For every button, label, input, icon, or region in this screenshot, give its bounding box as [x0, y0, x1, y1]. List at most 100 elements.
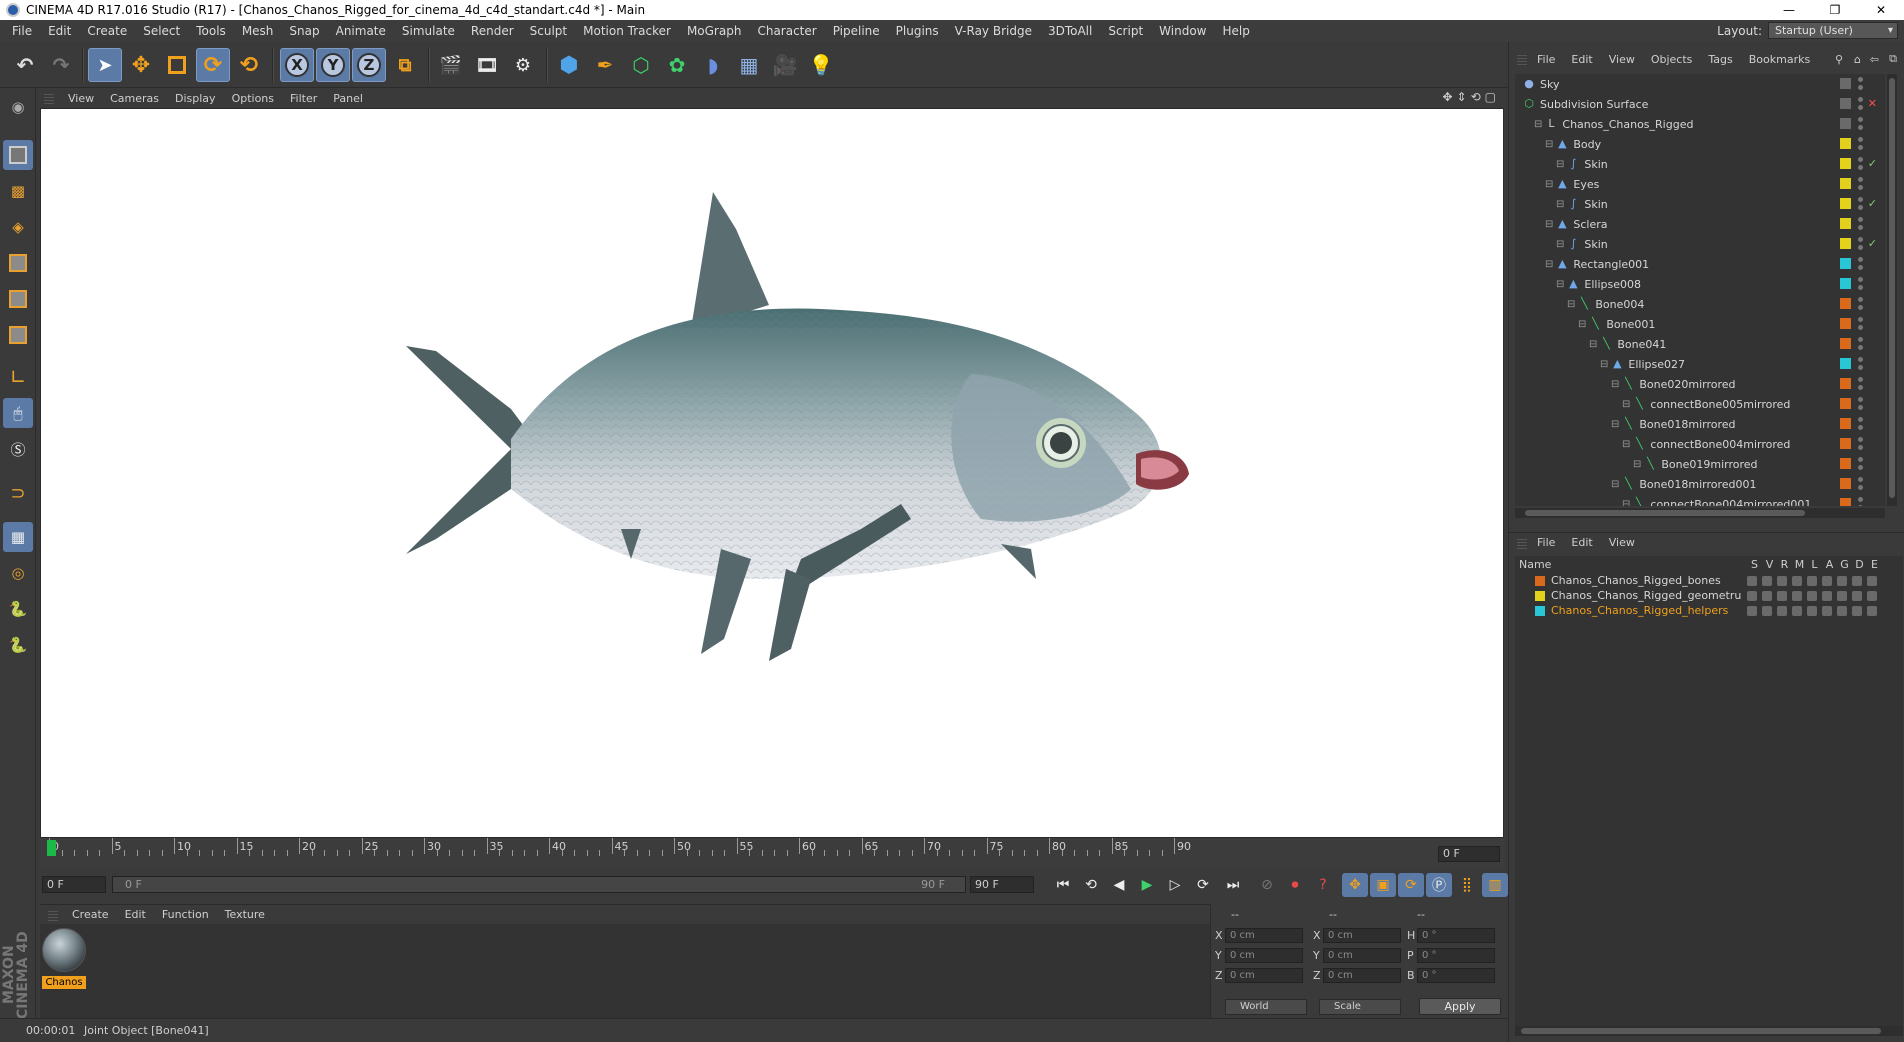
- menu-sculpt[interactable]: Sculpt: [522, 24, 575, 38]
- menu-mograph[interactable]: MoGraph: [679, 24, 750, 38]
- visibility-dots[interactable]: [1858, 317, 1863, 331]
- previous-frame-icon[interactable]: ◀: [1106, 873, 1132, 897]
- layer-color-swatch[interactable]: [1840, 498, 1851, 506]
- layer-flag-toggle[interactable]: [1762, 591, 1772, 601]
- object-row[interactable]: ⊟ ▲ Eyes: [1515, 174, 1885, 194]
- expand-toggle-icon[interactable]: ⊟: [1545, 259, 1553, 270]
- layer-color-swatch[interactable]: [1840, 178, 1851, 189]
- menu-mesh[interactable]: Mesh: [234, 24, 282, 38]
- layer-color-swatch[interactable]: [1840, 238, 1851, 249]
- live-rotate-icon[interactable]: ⟲: [232, 48, 266, 82]
- menu-v-ray-bridge[interactable]: V-Ray Bridge: [947, 24, 1040, 38]
- layer-flag-toggle[interactable]: [1792, 576, 1802, 586]
- back-icon[interactable]: ⇦: [1870, 53, 1879, 66]
- object-menu-file[interactable]: File: [1529, 53, 1563, 66]
- object-row[interactable]: ⊟ ╲ Bone004: [1515, 294, 1885, 314]
- object-row[interactable]: ⊟ ▲ Body: [1515, 134, 1885, 154]
- layer-flag-toggle[interactable]: [1807, 576, 1817, 586]
- visibility-dots[interactable]: [1858, 117, 1863, 131]
- layer-color-swatch[interactable]: [1840, 438, 1851, 449]
- render-picture-viewer-icon[interactable]: 🎞: [470, 48, 504, 82]
- y-axis-icon[interactable]: Y: [316, 48, 350, 82]
- z-axis-icon[interactable]: Z: [352, 48, 386, 82]
- object-row[interactable]: ⊟ ▲ Ellipse008: [1515, 274, 1885, 294]
- material-name[interactable]: Chanos: [42, 976, 86, 989]
- expand-toggle-icon[interactable]: ⊟: [1545, 219, 1553, 230]
- visibility-dots[interactable]: [1858, 177, 1863, 191]
- pen-spline-icon[interactable]: ✒: [588, 48, 622, 82]
- visibility-dots[interactable]: [1858, 477, 1863, 491]
- polygons-mode-icon[interactable]: [3, 320, 33, 350]
- render-settings-icon[interactable]: ⚙: [506, 48, 540, 82]
- layer-color-swatch[interactable]: [1840, 358, 1851, 369]
- layer-row[interactable]: Chanos_Chanos_Rigged_bones: [1515, 574, 1903, 589]
- layer-flag-toggle[interactable]: [1777, 606, 1787, 616]
- expand-toggle-icon[interactable]: ⊟: [1589, 339, 1597, 350]
- layer-flag-toggle[interactable]: [1762, 576, 1772, 586]
- visibility-dots[interactable]: [1858, 97, 1863, 111]
- redo-icon[interactable]: ↷: [44, 48, 78, 82]
- layer-color-swatch[interactable]: [1840, 218, 1851, 229]
- layer-color-swatch[interactable]: [1840, 378, 1851, 389]
- layer-flag-toggle[interactable]: [1747, 576, 1757, 586]
- record-icon[interactable]: ⊘: [1254, 873, 1280, 897]
- menu-help[interactable]: Help: [1214, 24, 1257, 38]
- enabled-check-icon[interactable]: ✓: [1868, 157, 1877, 170]
- menu-create[interactable]: Create: [79, 24, 135, 38]
- edges-mode-icon[interactable]: [3, 284, 33, 314]
- menu-render[interactable]: Render: [463, 24, 522, 38]
- menu-pipeline[interactable]: Pipeline: [825, 24, 888, 38]
- expand-toggle-icon[interactable]: ⊟: [1534, 119, 1542, 130]
- menu-simulate[interactable]: Simulate: [394, 24, 463, 38]
- render-view-icon[interactable]: 🎬: [434, 48, 468, 82]
- menu-motion-tracker[interactable]: Motion Tracker: [575, 24, 679, 38]
- menu-edit[interactable]: Edit: [40, 24, 79, 38]
- viewport-menu-options[interactable]: Options: [224, 92, 282, 105]
- 3d-viewport[interactable]: [40, 108, 1504, 838]
- layer-color-swatch[interactable]: [1840, 278, 1851, 289]
- menu-tools[interactable]: Tools: [188, 24, 234, 38]
- cube-icon[interactable]: ⬢: [552, 48, 586, 82]
- layer-menu-edit[interactable]: Edit: [1563, 536, 1600, 549]
- material-menu-edit[interactable]: Edit: [117, 908, 154, 921]
- home-icon[interactable]: ⌂: [1854, 53, 1861, 66]
- object-row[interactable]: ● Sky: [1515, 74, 1885, 94]
- layer-color-swatch[interactable]: [1840, 458, 1851, 469]
- coordinate-mode-dropdown[interactable]: Scale: [1319, 999, 1401, 1015]
- rotate-icon[interactable]: ⟳: [196, 48, 230, 82]
- object-row[interactable]: ⊟ ∫ Skin ✓: [1515, 234, 1885, 254]
- object-row[interactable]: ⊟ ╲ connectBone004mirrored001: [1515, 494, 1885, 506]
- viewport-menu-panel[interactable]: Panel: [325, 92, 371, 105]
- layer-color-swatch[interactable]: [1840, 318, 1851, 329]
- object-row[interactable]: ⊟ ▲ Ellipse027: [1515, 354, 1885, 374]
- layer-manager-hscroll[interactable]: [1515, 1026, 1903, 1036]
- visibility-dots[interactable]: [1858, 257, 1863, 271]
- workplane-icon[interactable]: ◈: [3, 212, 33, 242]
- visibility-dots[interactable]: [1858, 217, 1863, 231]
- layer-flag-toggle[interactable]: [1822, 606, 1832, 616]
- key-scale-icon[interactable]: ▣: [1370, 873, 1396, 897]
- snap-icon[interactable]: Ⓢ: [3, 434, 33, 464]
- previous-key-icon[interactable]: ⟲: [1078, 873, 1104, 897]
- visibility-dots[interactable]: [1858, 377, 1863, 391]
- next-key-icon[interactable]: ⟳: [1190, 873, 1216, 897]
- expand-toggle-icon[interactable]: ⊟: [1556, 239, 1564, 250]
- layer-menu-view[interactable]: View: [1601, 536, 1643, 549]
- object-row[interactable]: ⊟ L Chanos_Chanos_Rigged: [1515, 114, 1885, 134]
- visibility-dots[interactable]: [1858, 277, 1863, 291]
- enabled-check-icon[interactable]: ✓: [1868, 237, 1877, 250]
- object-menu-objects[interactable]: Objects: [1643, 53, 1701, 66]
- viewport-menu-cameras[interactable]: Cameras: [102, 92, 167, 105]
- layer-flag-toggle[interactable]: [1852, 576, 1862, 586]
- expand-toggle-icon[interactable]: ⊟: [1578, 319, 1586, 330]
- viewport-menu-filter[interactable]: Filter: [282, 92, 325, 105]
- points-mode-icon[interactable]: [3, 248, 33, 278]
- expand-toggle-icon[interactable]: ⊟: [1633, 459, 1641, 470]
- object-row[interactable]: ⊟ ∫ Skin ✓: [1515, 194, 1885, 214]
- expand-toggle-icon[interactable]: ⊟: [1567, 299, 1575, 310]
- viewport-menu-view[interactable]: View: [60, 92, 102, 105]
- move-view-icon[interactable]: ✥: [1442, 90, 1452, 104]
- layer-flag-toggle[interactable]: [1747, 606, 1757, 616]
- object-menu-edit[interactable]: Edit: [1563, 53, 1600, 66]
- floor-icon[interactable]: ▦: [732, 48, 766, 82]
